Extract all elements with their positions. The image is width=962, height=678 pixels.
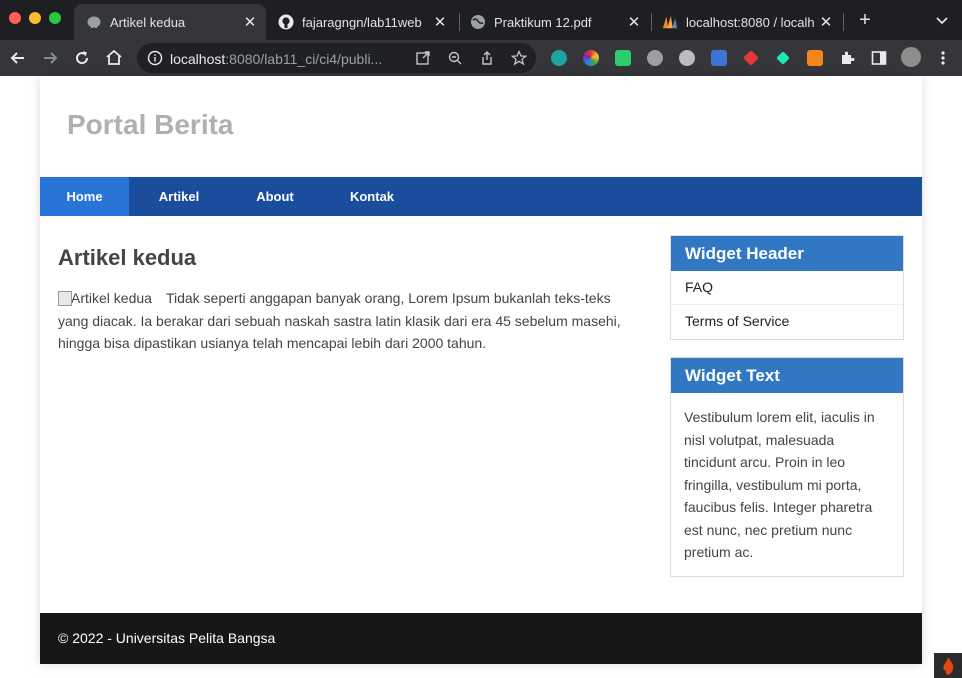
- widget-text: Widget Text Vestibulum lorem elit, iacul…: [670, 357, 904, 577]
- bookmark-star-icon[interactable]: [510, 49, 528, 66]
- window-close-button[interactable]: [9, 12, 21, 24]
- globe-icon: [470, 14, 486, 30]
- tab-artikel-kedua[interactable]: Artikel kedua ✕: [74, 4, 266, 40]
- nav-kontak[interactable]: Kontak: [342, 177, 402, 216]
- tab-phpmyadmin[interactable]: localhost:8080 / localh ✕: [650, 4, 842, 40]
- profile-avatar[interactable]: [901, 47, 921, 67]
- reload-icon[interactable]: [72, 48, 92, 68]
- url-host: localhost: [170, 51, 226, 67]
- browser-toolbar: localhost:8080/lab11_ci/ci4/publi...: [0, 40, 962, 76]
- widget-text-title: Widget Text: [671, 358, 903, 393]
- extension-n-icon[interactable]: [615, 50, 631, 66]
- tab-title: fajaragngn/lab11web: [302, 14, 422, 30]
- site-info-icon[interactable]: [147, 50, 163, 66]
- site-header: Portal Berita: [40, 76, 922, 177]
- share-icon[interactable]: [479, 50, 495, 66]
- tab-github[interactable]: fajaragngn/lab11web ✕: [266, 4, 456, 40]
- extensions-puzzle-icon[interactable]: [839, 50, 855, 66]
- site-container: Portal Berita Home Artikel About Kontak …: [40, 76, 922, 664]
- side-panel-icon[interactable]: [871, 50, 887, 66]
- new-tab-button[interactable]: +: [855, 10, 875, 30]
- nav-home[interactable]: Home: [40, 177, 129, 216]
- address-bar[interactable]: localhost:8080/lab11_ci/ci4/publi...: [137, 43, 536, 73]
- back-arrow-icon[interactable]: [8, 48, 28, 68]
- page-viewport: Portal Berita Home Artikel About Kontak …: [0, 76, 962, 678]
- widget-link-terms[interactable]: Terms of Service: [671, 305, 903, 339]
- close-tab-icon[interactable]: ✕: [240, 13, 260, 31]
- extension-m-icon[interactable]: [551, 50, 567, 66]
- nav-about[interactable]: About: [245, 177, 305, 216]
- close-tab-icon[interactable]: ✕: [624, 13, 644, 31]
- extension-red-icon[interactable]: [743, 50, 759, 66]
- extension-translate-icon[interactable]: [711, 50, 727, 66]
- article-body: Artikel kedua Tidak seperti anggapan bany…: [58, 287, 632, 355]
- url-path: :8080/lab11_ci/ci4/publi...: [225, 51, 383, 67]
- open-in-new-icon[interactable]: [415, 50, 431, 66]
- main-nav: Home Artikel About Kontak: [40, 177, 922, 216]
- url-text: localhost:8080/lab11_ci/ci4/publi...: [170, 51, 382, 67]
- close-tab-icon[interactable]: ✕: [816, 13, 836, 31]
- site-title: Portal Berita: [67, 109, 234, 140]
- phpmyadmin-icon: [662, 14, 678, 30]
- elephant-favicon-icon: [86, 14, 102, 30]
- widget-header-title: Widget Header: [671, 236, 903, 271]
- home-icon[interactable]: [104, 48, 124, 68]
- codeigniter-debug-toolbar-icon[interactable]: [934, 653, 962, 678]
- footer-copyright: © 2022 - Universitas Pelita Bangsa: [58, 630, 276, 646]
- close-tab-icon[interactable]: ✕: [430, 13, 450, 31]
- browser-tab-bar: Artikel kedua ✕ fajaragngn/lab11web ✕ Pr…: [0, 0, 962, 40]
- extension-round-icon[interactable]: [647, 50, 663, 66]
- zoom-out-icon[interactable]: [447, 50, 463, 66]
- chrome-menu-icon[interactable]: [935, 50, 951, 66]
- window-maximize-button[interactable]: [49, 12, 61, 24]
- github-icon: [278, 14, 294, 30]
- article-broken-image: Artikel kedua: [58, 287, 152, 310]
- extension-diamond-icon[interactable]: [776, 51, 790, 65]
- site-footer: © 2022 - Universitas Pelita Bangsa: [40, 613, 922, 664]
- nav-artikel[interactable]: Artikel: [149, 177, 209, 216]
- tab-separator: [843, 13, 844, 31]
- extension-color-wheel-icon[interactable]: [583, 50, 599, 66]
- metamask-fox-icon[interactable]: [807, 50, 823, 66]
- tab-title: Praktikum 12.pdf: [494, 14, 592, 30]
- tab-title: Artikel kedua: [110, 14, 186, 30]
- widget-link-faq[interactable]: FAQ: [671, 271, 903, 305]
- extension-gear-icon[interactable]: [679, 50, 695, 66]
- tab-title: localhost:8080 / localh: [686, 14, 815, 30]
- window-minimize-button[interactable]: [29, 12, 41, 24]
- article-title: Artikel kedua: [58, 245, 197, 270]
- forward-arrow-icon[interactable]: [40, 48, 60, 68]
- tab-praktikum-pdf[interactable]: Praktikum 12.pdf ✕: [458, 4, 650, 40]
- tab-search-chevron-icon[interactable]: [934, 12, 950, 28]
- widget-links: Widget Header FAQ Terms of Service: [670, 235, 904, 340]
- widget-text-body: Vestibulum lorem elit, iaculis in nisl v…: [684, 409, 875, 560]
